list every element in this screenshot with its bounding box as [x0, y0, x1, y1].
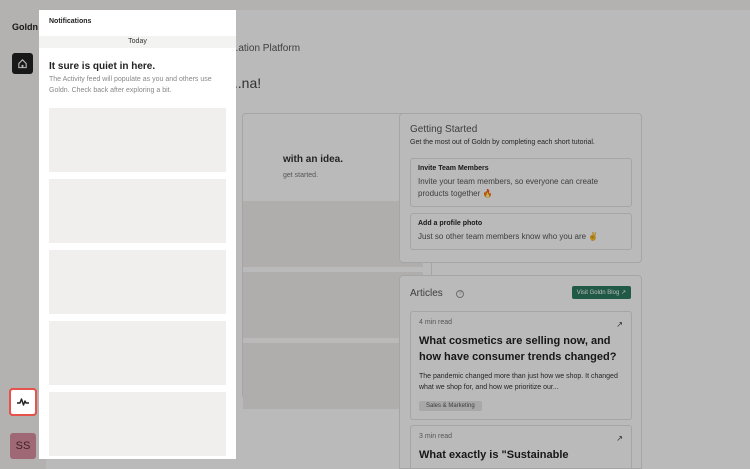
notification-placeholder [49, 392, 226, 456]
empty-state-subtitle: The Activity feed will populate as you a… [49, 76, 212, 94]
notifications-title: Notifications [49, 18, 92, 25]
empty-state-title: It sure is quiet in here. [49, 61, 156, 72]
activity-icon [17, 398, 29, 406]
notification-placeholder [49, 179, 226, 243]
notification-placeholder [49, 250, 226, 314]
activity-button-highlight[interactable] [9, 388, 37, 416]
notification-placeholder [49, 321, 226, 385]
notification-placeholder [49, 108, 226, 172]
notifications-panel: Notifications Today It sure is quiet in … [39, 10, 236, 459]
notifications-section-today: Today [39, 36, 236, 48]
